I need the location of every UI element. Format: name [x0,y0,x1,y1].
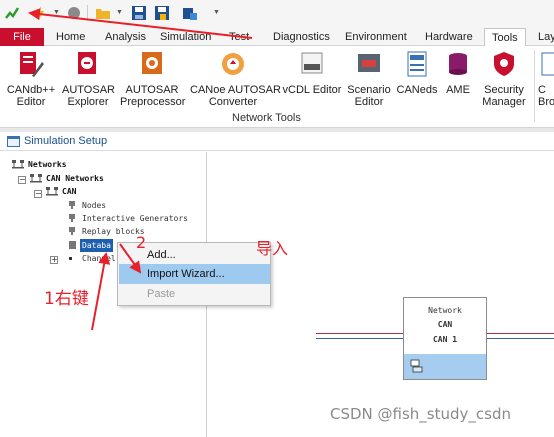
generator-icon [69,214,75,222]
configuration-icon[interactable] [182,5,198,21]
ame-icon [449,53,467,75]
caneds-button[interactable]: CANeds [396,50,438,96]
annotation-right-click: 1右键 [44,289,89,309]
tab-layout[interactable]: Lay [531,28,554,46]
ribbon-group-separator [534,50,535,122]
save-icon[interactable] [131,5,147,21]
chevron-down-icon[interactable]: ▼ [116,9,123,16]
network-block-footer [404,354,486,379]
scenario-editor-icon [358,54,380,72]
can-bus-line [487,338,554,339]
browser-icon [541,52,554,76]
autosar-explorer-icon [78,52,96,74]
window-title: Simulation Setup [24,135,108,147]
chevron-down-icon[interactable]: ▼ [53,9,60,16]
network-icon [46,187,58,196]
simulation-setup-titlebar[interactable]: Simulation Setup [0,132,554,151]
quick-access-toolbar: ▼ ▼ ▼ [0,0,554,28]
security-manager-button[interactable]: Security Manager [480,50,528,108]
node-icon [69,201,75,209]
expand-toggle[interactable]: + [50,256,58,264]
open-folder-icon[interactable] [95,5,111,21]
channel-icon [69,257,72,260]
vcdl-editor-icon [301,52,323,74]
collapse-toggle[interactable]: − [18,176,26,184]
canoe-autosar-converter-button[interactable]: CANoe AUTOSAR Converter [190,50,281,108]
collapse-toggle[interactable]: − [34,190,42,198]
lightning-icon[interactable] [32,5,48,21]
annotation-step-2: 2 [136,233,147,252]
tab-simulation[interactable]: Simulation [153,28,218,46]
network-block-channel: CAN 1 [432,335,458,344]
bus-icon [410,359,423,373]
database-icon [69,241,76,249]
vcdl-editor-button[interactable]: vCDL Editor [282,50,342,96]
tab-environment[interactable]: Environment [338,28,414,46]
tab-file[interactable]: File [0,28,44,46]
can-bus-line [316,338,404,339]
candb-editor-icon [20,52,44,77]
tab-test[interactable]: Test [222,28,256,46]
tab-home[interactable]: Home [49,28,92,46]
browser-button[interactable]: C Bro [538,50,554,108]
menu-item-import-wizard[interactable]: Import Wizard... [119,264,270,284]
network-block-title: Network [428,306,462,315]
network-icon [30,174,42,183]
window-icon [7,136,20,147]
run-icon[interactable] [4,5,20,21]
stop-icon[interactable] [66,5,82,21]
tab-analysis[interactable]: Analysis [98,28,153,46]
tab-hardware[interactable]: Hardware [418,28,480,46]
security-manager-icon [494,52,514,76]
replay-icon [69,227,75,235]
network-block-bus: CAN [437,320,453,329]
ribbon-tab-bar: File Home Analysis Simulation Test Diagn… [0,28,554,47]
scenario-editor-button[interactable]: Scenario Editor [346,50,392,108]
ribbon-group-label: Network Tools [232,112,301,124]
autosar-preprocessor-icon [142,52,162,74]
watermark: CSDN @fish_study_csdn [330,405,511,423]
autosar-converter-icon [222,53,244,75]
autosar-explorer-button[interactable]: AUTOSAR Explorer [62,50,115,108]
candb-editor-button[interactable]: CANdb++ Editor [6,50,56,108]
ribbon-panel: CANdb++ Editor AUTOSAR Explorer AUTOSAR … [0,46,554,128]
autosar-preprocessor-button[interactable]: AUTOSAR Preprocessor [120,50,185,108]
annotation-import: 导入 [256,239,289,258]
caneds-icon [407,51,427,77]
can-bus-line [316,333,404,334]
customize-icon[interactable]: ▼ [213,9,220,16]
network-icon [12,160,24,169]
network-block[interactable]: Network CAN CAN 1 [403,297,487,380]
tab-tools[interactable]: Tools [484,28,526,47]
menu-item-paste[interactable]: Paste [119,284,270,304]
tab-diagnostics[interactable]: Diagnostics [266,28,337,46]
save-all-icon[interactable] [154,5,170,21]
can-bus-line [487,333,554,334]
ame-button[interactable]: AME [442,50,474,96]
toolbar-separator [87,5,88,21]
